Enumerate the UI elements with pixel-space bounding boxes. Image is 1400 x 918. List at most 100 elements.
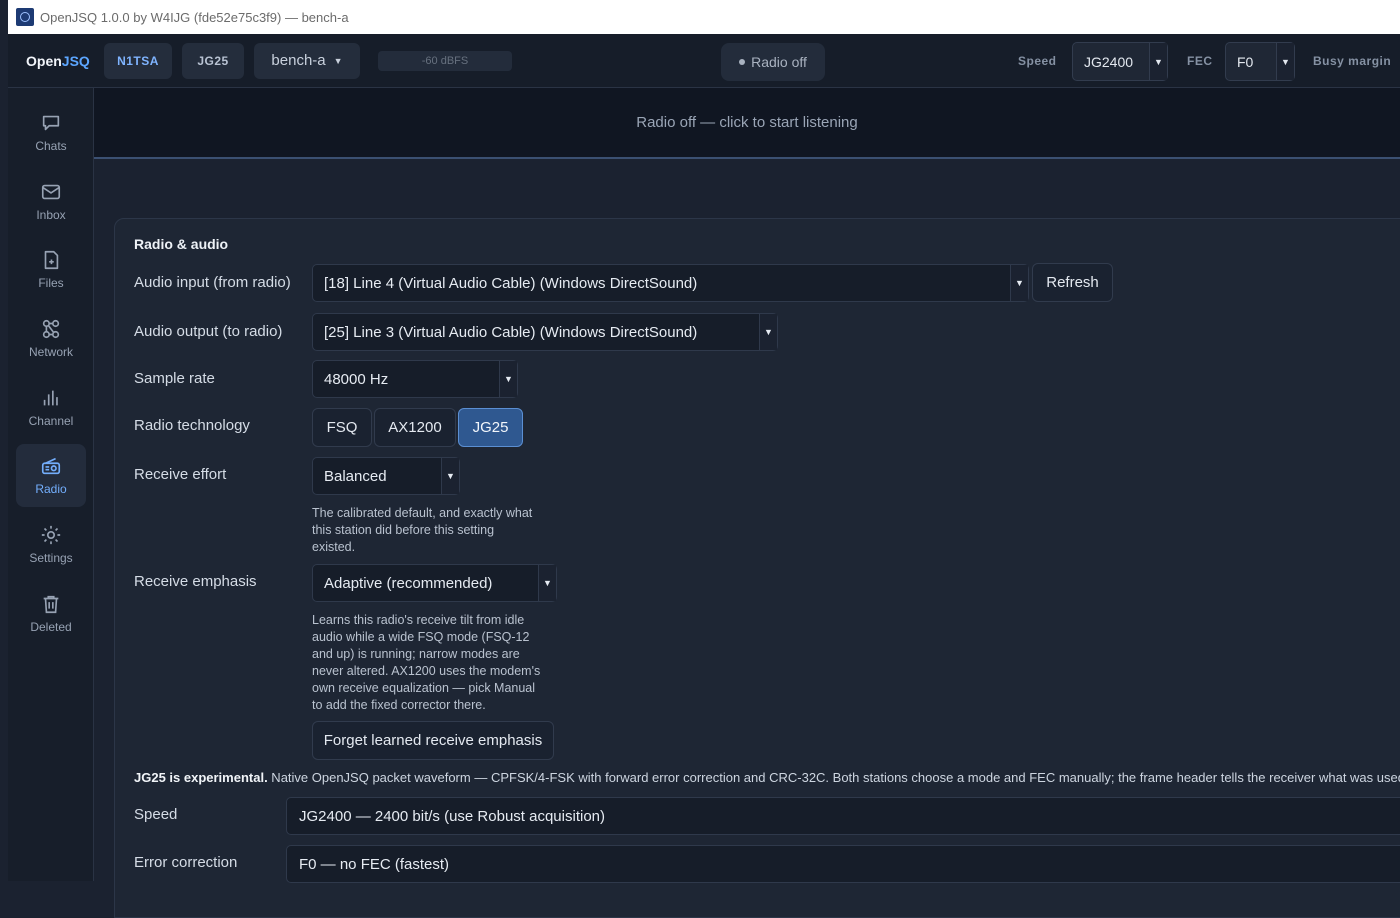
audio-input-select[interactable]: [18] Line 4 (Virtual Audio Cable) (Windo… xyxy=(312,264,1029,302)
radio-icon xyxy=(41,457,61,475)
sample-rate-value: 48000 Hz xyxy=(324,370,389,388)
sidebar-item-label: Channel xyxy=(28,414,74,428)
receive-effort-help: The calibrated default, and exactly what… xyxy=(312,505,532,556)
tech-option-ax1200[interactable]: AX1200 xyxy=(374,408,456,447)
chevron-down-icon: ▼ xyxy=(333,55,343,66)
gear-icon xyxy=(41,525,61,545)
speed-select[interactable]: JG2400 ▼ xyxy=(1072,42,1168,81)
inbox-icon xyxy=(41,184,61,200)
status-dot-icon xyxy=(739,59,746,65)
receive-effort-value: Balanced xyxy=(324,467,387,485)
file-icon xyxy=(44,250,59,270)
chevron-down-icon: ▼ xyxy=(759,314,777,350)
error-correction-select[interactable]: F0 — no FEC (fastest) xyxy=(286,845,1400,883)
help-line: this station did before this setting xyxy=(312,523,495,537)
window-title: OpenJSQ 1.0.0 by W4IJG (fde52e75c3f9) — … xyxy=(40,9,349,25)
busy-margin-label: Busy margin xyxy=(1313,54,1392,68)
help-line: audio while a wide FSQ mode (FSQ-12 xyxy=(312,630,530,644)
brand-jsq-text: JSQ xyxy=(61,52,90,69)
station-selector[interactable]: bench-a ▼ xyxy=(254,42,360,79)
technology-chip[interactable]: JG25 xyxy=(182,42,244,79)
fec-label: FEC xyxy=(1187,54,1213,68)
chat-icon xyxy=(42,115,60,131)
window-title-bar: OpenJSQ 1.0.0 by W4IJG (fde52e75c3f9) — … xyxy=(8,0,1400,34)
help-line: existed. xyxy=(312,540,356,554)
radio-audio-card: Radio & audio Audio input (from radio) [… xyxy=(114,218,1400,918)
help-line: The calibrated default, and exactly what xyxy=(312,506,533,520)
network-icon xyxy=(42,319,60,339)
speed-label: Speed xyxy=(1018,54,1057,68)
sidebar-item-deleted[interactable]: Deleted xyxy=(16,582,86,645)
trash-icon xyxy=(43,595,59,614)
chevron-down-icon: ▼ xyxy=(538,565,556,601)
receive-effort-label: Receive effort xyxy=(134,466,227,483)
radio-status-button[interactable]: Radio off xyxy=(721,43,825,81)
chevron-down-icon: ▼ xyxy=(441,458,459,494)
audio-output-label: Audio output (to radio) xyxy=(134,323,283,340)
chevron-down-icon: ▼ xyxy=(1010,265,1028,301)
sidebar-item-network[interactable]: Network xyxy=(16,307,86,370)
app-window: OpenJSQ N1TSA JG25 bench-a ▼ -60 dBFS Rad… xyxy=(8,34,1400,918)
sidebar-item-label: Chats xyxy=(35,139,67,153)
receive-emphasis-select[interactable]: Adaptive (recommended) ▼ xyxy=(312,564,557,602)
audio-output-select[interactable]: [25] Line 3 (Virtual Audio Cable) (Windo… xyxy=(312,313,778,351)
speed-field-value: JG2400 — 2400 bit/s (use Robust acquisit… xyxy=(299,807,605,825)
sidebar: Chats Inbox Files Network Channel Radio … xyxy=(8,88,94,881)
speed-field-select[interactable]: JG2400 — 2400 bit/s (use Robust acquisit… xyxy=(286,797,1400,835)
help-line: Learns this radio's receive tilt from id… xyxy=(312,613,525,627)
sidebar-item-label: Files xyxy=(38,276,64,290)
receive-emphasis-label: Receive emphasis xyxy=(134,573,257,590)
speed-field-label: Speed xyxy=(134,806,178,823)
chevron-down-icon: ▼ xyxy=(1276,43,1294,80)
sidebar-item-radio[interactable]: Radio xyxy=(16,444,86,507)
tech-option-fsq[interactable]: FSQ xyxy=(312,408,372,447)
chevron-down-icon: ▼ xyxy=(499,361,517,397)
error-correction-label: Error correction xyxy=(134,854,238,871)
chevron-down-icon: ▼ xyxy=(1149,43,1167,80)
radio-status-text: Radio off xyxy=(751,54,807,70)
radio-technology-label: Radio technology xyxy=(134,417,250,434)
help-line: and up) is running; narrow modes are xyxy=(312,647,520,661)
sidebar-item-label: Radio xyxy=(35,482,67,496)
receive-effort-select[interactable]: Balanced ▼ xyxy=(312,457,460,495)
sidebar-item-label: Settings xyxy=(29,551,73,565)
sidebar-item-files[interactable]: Files xyxy=(16,238,86,301)
receive-emphasis-value: Adaptive (recommended) xyxy=(324,574,493,592)
fec-select[interactable]: F0 ▼ xyxy=(1225,42,1295,81)
callsign-chip[interactable]: N1TSA xyxy=(104,42,172,79)
refresh-button[interactable]: Refresh xyxy=(1032,263,1113,302)
section-title: Radio & audio xyxy=(134,236,229,252)
error-correction-value: F0 — no FEC (fastest) xyxy=(299,855,450,873)
sidebar-item-label: Network xyxy=(28,345,73,359)
brand-logo: OpenJSQ xyxy=(26,53,104,69)
forget-emphasis-button[interactable]: Forget learned receive emphasis xyxy=(312,721,554,760)
sidebar-item-label: Inbox xyxy=(36,208,66,222)
audio-input-label: Audio input (from radio) xyxy=(134,274,291,291)
sample-rate-label: Sample rate xyxy=(134,370,215,387)
station-name: bench-a xyxy=(271,52,326,69)
sample-rate-select[interactable]: 48000 Hz ▼ xyxy=(312,360,518,398)
level-meter: -60 dBFS xyxy=(378,50,512,71)
jg25-notice-text: Native OpenJSQ packet waveform — CPFSK/4… xyxy=(267,770,1400,785)
main-content: Radio off — click to start listening Rad… xyxy=(94,88,1400,918)
help-line: own receive equalization — pick Manual xyxy=(312,681,536,695)
brand-open-text: Open xyxy=(26,52,62,69)
jg25-notice-bold: JG25 is experimental. xyxy=(134,770,268,785)
tech-option-jg25[interactable]: JG25 xyxy=(458,408,523,447)
top-bar: OpenJSQ N1TSA JG25 bench-a ▼ -60 dBFS Rad… xyxy=(8,34,1400,88)
sidebar-item-chats[interactable]: Chats xyxy=(16,101,86,164)
app-logo-icon xyxy=(16,8,34,26)
sidebar-item-channel[interactable]: Channel xyxy=(16,376,86,439)
audio-output-value: [25] Line 3 (Virtual Audio Cable) (Windo… xyxy=(324,323,698,341)
radio-off-banner[interactable]: Radio off — click to start listening xyxy=(94,88,1400,159)
help-line: never altered. AX1200 uses the modem's xyxy=(312,664,541,678)
fec-value: F0 xyxy=(1237,53,1254,70)
sidebar-item-label: Deleted xyxy=(30,620,72,634)
sidebar-item-settings[interactable]: Settings xyxy=(16,513,86,576)
bars-icon xyxy=(43,390,58,406)
sidebar-item-inbox[interactable]: Inbox xyxy=(16,170,86,233)
audio-input-value: [18] Line 4 (Virtual Audio Cable) (Windo… xyxy=(324,274,698,292)
jg25-notice: JG25 is experimental. Native OpenJSQ pac… xyxy=(134,770,1400,785)
help-line: to add the fixed corrector there. xyxy=(312,698,486,712)
receive-emphasis-help: Learns this radio's receive tilt from id… xyxy=(312,612,540,714)
